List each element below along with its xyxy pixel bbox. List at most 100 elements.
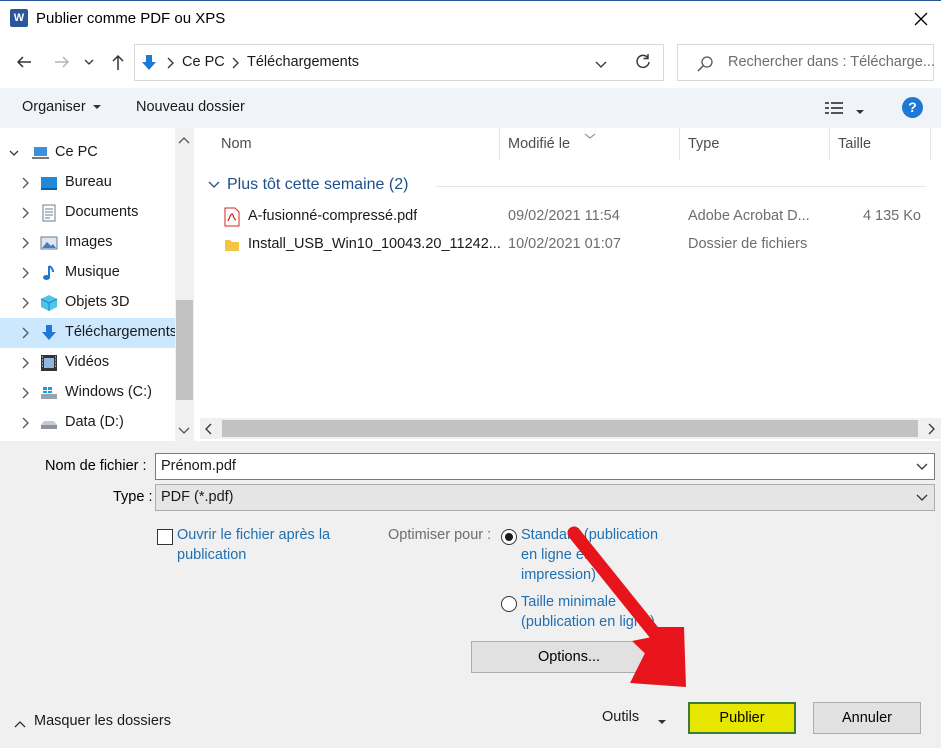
publish-button[interactable]: Publier [688,702,796,734]
search-box[interactable]: Rechercher dans : Télécharge... [677,44,935,81]
horizontal-scrollbar[interactable] [200,418,941,439]
collapse-up-chevron-icon[interactable] [14,717,26,733]
collapsed-chevron-icon[interactable] [20,327,30,339]
filename-field[interactable]: Prénom.pdf [155,453,935,480]
open-after-publish-label-2[interactable]: publication [177,547,246,563]
downloads-location-icon [139,53,159,73]
scroll-right-icon[interactable] [926,423,936,439]
sidebar-item-data-d[interactable]: Data (D:) [0,408,175,438]
collapsed-chevron-icon[interactable] [20,267,30,279]
search-input[interactable]: Rechercher dans : Télécharge... [728,54,935,70]
sort-chevron-icon [584,128,596,144]
refresh-button[interactable] [623,44,664,81]
downloads-icon [42,325,56,340]
group-collapse-chevron-icon[interactable] [208,178,220,194]
table-row[interactable]: Install_USB_Win10_10043.20_11242... 10/0… [196,231,941,259]
sidebar-item-label: Data (D:) [65,414,124,430]
navigation-scrollbar-thumb[interactable] [176,300,193,400]
breadcrumb-telechargements[interactable]: Téléchargements [247,54,359,70]
collapsed-chevron-icon[interactable] [20,357,30,369]
filename-label: Nom de fichier : [45,458,147,474]
minimal-size-radio[interactable] [501,596,517,612]
documents-icon [42,204,56,222]
sidebar-item-documents[interactable]: Documents [0,198,175,228]
filename-value: Prénom.pdf [161,458,236,474]
collapsed-chevron-icon[interactable] [20,417,30,429]
collapsed-chevron-icon[interactable] [20,387,30,399]
sidebar-item-label: Musique [65,264,120,280]
optimize-label: Optimiser pour : [388,527,492,543]
search-icon [696,55,714,77]
sidebar-item-telechargements[interactable]: Téléchargements [0,318,177,348]
sidebar-item-label: Windows (C:) [65,384,153,400]
sidebar-item-windows-c[interactable]: Windows (C:) [0,378,175,408]
column-header-size[interactable]: Taille [838,136,871,152]
file-modified: 10/02/2021 01:07 [508,236,621,252]
red-annotation-arrow [567,526,686,687]
breadcrumb-ce-pc[interactable]: Ce PC [182,54,225,70]
scroll-down-icon[interactable] [178,424,190,440]
collapsed-chevron-icon[interactable] [20,297,30,309]
scroll-up-icon[interactable] [178,133,190,149]
collapsed-chevron-icon[interactable] [20,237,30,249]
close-icon[interactable] [908,6,934,32]
collapsed-chevron-icon[interactable] [20,207,30,219]
address-bar[interactable]: Ce PC Téléchargements [134,44,624,81]
hide-folders-button[interactable]: Masquer les dossiers [34,713,171,729]
help-icon[interactable]: ? [902,97,923,118]
music-icon [43,265,54,280]
tools-button[interactable]: Outils [602,709,639,725]
file-name: Install_USB_Win10_10043.20_11242... [248,236,501,252]
breadcrumb-chevron-icon [165,57,175,73]
forward-arrow-icon[interactable] [50,50,74,74]
group-header[interactable]: Plus tôt cette semaine (2) [227,176,408,194]
chevron-down-icon[interactable] [916,493,928,503]
scroll-left-icon[interactable] [204,423,214,439]
videos-icon [41,355,57,371]
sidebar-item-objets-3d[interactable]: Objets 3D [0,288,175,318]
file-list: Nom Modifié le Type Taille Plus tôt cett… [196,128,941,441]
3d-objects-icon [40,295,58,311]
standard-radio[interactable] [501,529,517,545]
open-after-publish-checkbox[interactable] [157,529,173,545]
file-modified: 09/02/2021 11:54 [508,208,620,224]
column-header-name[interactable]: Nom [221,136,252,152]
refresh-icon [634,52,652,74]
address-dropdown-chevron-icon[interactable] [595,58,607,74]
word-app-icon: W [10,9,28,27]
chevron-down-icon[interactable] [916,462,928,472]
column-header-type[interactable]: Type [688,136,719,152]
file-name: A-fusionné-compressé.pdf [248,208,418,224]
expanded-chevron-icon[interactable] [8,147,20,159]
view-details-icon[interactable] [824,100,846,120]
new-folder-button[interactable]: Nouveau dossier [136,99,245,115]
tools-caret-icon[interactable] [657,714,667,730]
type-label: Type : [113,489,153,505]
column-header-modified[interactable]: Modifié le [508,136,570,152]
sidebar-item-label: Vidéos [65,354,110,370]
computer-icon [32,147,49,159]
save-options-panel: Nom de fichier : Prénom.pdf Type : PDF (… [0,441,941,748]
recent-locations-chevron-icon[interactable] [80,50,98,74]
cancel-button[interactable]: Annuler [813,702,921,734]
open-after-publish-label[interactable]: Ouvrir le fichier après la [177,527,330,543]
sidebar-item-images[interactable]: Images [0,228,175,258]
view-options-caret-icon[interactable] [855,104,865,120]
up-arrow-icon[interactable] [106,50,130,74]
breadcrumb-chevron-icon [230,57,240,73]
collapsed-chevron-icon[interactable] [20,177,30,189]
type-select[interactable]: PDF (*.pdf) [155,484,935,511]
sidebar-item-label: Images [65,234,113,250]
organiser-button[interactable]: Organiser [22,99,102,115]
drive-icon [41,421,57,429]
caret-down-icon [92,105,101,110]
sidebar-item-ce-pc[interactable]: Ce PC [0,138,175,168]
file-type: Dossier de fichiers [688,236,808,252]
folder-icon [225,240,239,251]
sidebar-item-bureau[interactable]: Bureau [0,168,175,198]
back-arrow-icon[interactable] [12,50,36,74]
sidebar-item-musique[interactable]: Musique [0,258,175,288]
horizontal-scrollbar-thumb[interactable] [222,420,918,437]
sidebar-item-videos[interactable]: Vidéos [0,348,175,378]
table-row[interactable]: A-fusionné-compressé.pdf 09/02/2021 11:5… [196,203,941,231]
